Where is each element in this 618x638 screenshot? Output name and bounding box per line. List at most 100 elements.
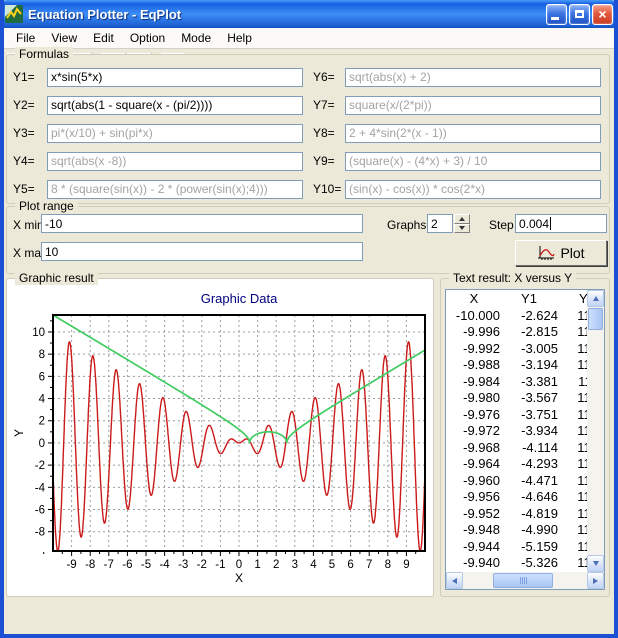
app-window: Equation Plotter - EqPlot × FileViewEdit…: [0, 0, 618, 638]
cell-y1: -5.159: [500, 539, 558, 554]
step-input[interactable]: [515, 214, 607, 233]
x-tick-label: 5: [329, 559, 335, 571]
table-row[interactable]: -9.960-4.47111.487: [448, 472, 587, 489]
formula-label-y7: Y7=: [305, 98, 343, 112]
cell-x: -9.980: [448, 390, 500, 405]
table-row[interactable]: -9.976-3.75111.503: [448, 406, 587, 423]
spin-up-icon: [459, 217, 465, 221]
horizontal-scroll-thumb[interactable]: [493, 573, 553, 588]
scroll-left-icon: [452, 578, 457, 584]
table-row[interactable]: -9.980-3.56711.507: [448, 390, 587, 407]
x-tick-label: 2: [273, 559, 279, 571]
menu-item-mode[interactable]: Mode: [173, 29, 219, 47]
xmin-label: X min: [13, 218, 44, 232]
table-row[interactable]: -9.956-4.64611.483: [448, 489, 587, 506]
menu-bar: FileViewEditOptionModeHelp: [4, 28, 614, 49]
y-tick-label: 10: [32, 327, 45, 339]
formula-input-y10: [345, 180, 601, 199]
table-row[interactable]: -9.992-3.00511.519: [448, 340, 587, 357]
vertical-scrollbar[interactable]: [587, 290, 604, 572]
cell-y2: 11.523: [558, 324, 587, 339]
y-axis-label: Y: [12, 429, 26, 437]
xmax-input[interactable]: [41, 242, 363, 261]
formula-input-y3: [47, 124, 303, 143]
graphs-spin-down[interactable]: [454, 224, 470, 234]
table-row[interactable]: -9.944-5.15911.471: [448, 538, 587, 555]
plot-range-group-label: Plot range: [15, 199, 78, 213]
result-table-header: XY1Y2: [448, 290, 587, 307]
formula-grid: Y1=Y6=Y2=Y7=Y3=Y8=Y4=Y9=Y5=Y10=: [13, 63, 601, 199]
menu-item-view[interactable]: View: [43, 29, 85, 47]
x-tick-label: 3: [292, 559, 298, 571]
table-row[interactable]: -9.972-3.93411.499: [448, 423, 587, 440]
cell-y1: -4.471: [500, 473, 558, 488]
table-row[interactable]: -9.984-3.38111.511: [448, 373, 587, 390]
cell-y2: 11.495: [558, 440, 587, 455]
x-tick-label: 8: [385, 559, 391, 571]
minimize-icon: [551, 17, 559, 20]
x-tick-label: 9: [403, 559, 409, 571]
cell-y1: -2.815: [500, 324, 558, 339]
x-tick-label: -3: [178, 559, 188, 571]
title-bar[interactable]: Equation Plotter - EqPlot ×: [0, 0, 618, 28]
x-tick-label: -1: [215, 559, 225, 571]
cell-y2: 11.479: [558, 506, 587, 521]
formula-input-y6: [345, 68, 601, 87]
cell-x: -9.944: [448, 539, 500, 554]
plot-button[interactable]: Plot: [515, 240, 607, 266]
formula-input-y1[interactable]: [47, 68, 303, 87]
spin-down-icon: [459, 226, 465, 230]
scroll-left-button[interactable]: [446, 572, 463, 589]
graphs-spin-up[interactable]: [454, 214, 470, 224]
formula-input-y2[interactable]: [47, 96, 303, 115]
table-row[interactable]: -9.964-4.29311.491: [448, 456, 587, 473]
cell-x: -9.976: [448, 407, 500, 422]
plot-range-groupbox: Plot range X min X max Graphs Step: [6, 206, 610, 274]
maximize-button[interactable]: [569, 4, 590, 25]
formula-label-y1: Y1=: [13, 70, 45, 84]
table-row[interactable]: -9.940-5.32611.467: [448, 555, 587, 572]
menu-item-help[interactable]: Help: [219, 29, 260, 47]
scroll-right-button[interactable]: [587, 572, 604, 589]
cell-x: -9.964: [448, 456, 500, 471]
table-row[interactable]: -9.948-4.99011.475: [448, 522, 587, 539]
x-tick-label: -7: [104, 559, 114, 571]
cell-x: -9.948: [448, 522, 500, 537]
chart: Graphic Data-9-8-7-6-5-4-3-2-10123456789…: [9, 285, 431, 594]
cell-y1: -4.819: [500, 506, 558, 521]
scroll-down-button[interactable]: [587, 555, 604, 572]
graphs-input[interactable]: [427, 214, 453, 233]
formula-input-y5: [47, 180, 303, 199]
table-row[interactable]: -9.988-3.19411.515: [448, 357, 587, 374]
table-row[interactable]: -9.968-4.11411.495: [448, 439, 587, 456]
table-row[interactable]: -9.996-2.81511.523: [448, 324, 587, 341]
minimize-button[interactable]: [546, 4, 567, 25]
close-button[interactable]: ×: [592, 4, 613, 25]
x-tick-label: -6: [122, 559, 132, 571]
cell-x: -9.960: [448, 473, 500, 488]
graphic-result-groupbox: Graphic result Graphic Data-9-8-7-6-5-4-…: [6, 278, 434, 597]
cell-y2: 11.527: [558, 308, 587, 323]
vertical-scroll-thumb[interactable]: [588, 308, 603, 330]
horizontal-scrollbar[interactable]: [446, 572, 604, 589]
menu-item-file[interactable]: File: [8, 29, 43, 47]
formula-label-y3: Y3=: [13, 126, 45, 140]
menu-item-option[interactable]: Option: [122, 29, 173, 47]
y-tick-label: -4: [35, 482, 46, 494]
x-tick-label: -8: [85, 559, 95, 571]
cell-y2: 11.467: [558, 555, 587, 570]
x-tick-label: 7: [366, 559, 372, 571]
cell-y2: 11.483: [558, 489, 587, 504]
menu-item-edit[interactable]: Edit: [85, 29, 122, 47]
formula-label-y2: Y2=: [13, 98, 45, 112]
formula-label-y8: Y8=: [305, 126, 343, 140]
text-result-groupbox: Text result: X versus Y XY1Y2-10.000-2.6…: [440, 278, 610, 597]
table-row[interactable]: -10.000-2.62411.527: [448, 307, 587, 324]
formula-input-y8: [345, 124, 601, 143]
xmin-input[interactable]: [41, 214, 363, 233]
cell-y2: 11.491: [558, 456, 587, 471]
scroll-up-button[interactable]: [587, 290, 604, 307]
table-row[interactable]: -9.952-4.81911.479: [448, 505, 587, 522]
scroll-up-icon: [593, 296, 599, 301]
x-tick-label: -5: [141, 559, 151, 571]
